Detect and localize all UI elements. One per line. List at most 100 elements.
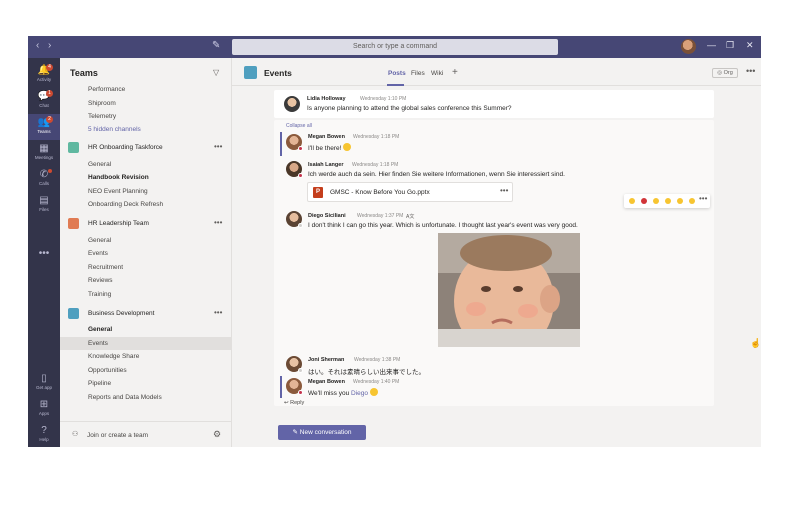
join-team-icon[interactable]: ⚇ [72, 430, 78, 438]
avatar[interactable] [284, 96, 300, 112]
tab-files[interactable]: Files [411, 70, 425, 77]
channel-view: Events Posts Files Wiki + ◎ Org ••• Lidi… [232, 58, 761, 447]
more-options-icon[interactable]: ••• [214, 142, 222, 151]
message-time: Wednesday 1:18 PM [353, 134, 400, 140]
mention-diego[interactable]: Diego [351, 390, 368, 397]
file-name: GMSC - Know Before You Go.pptx [330, 189, 430, 196]
message-time: Wednesday 1:18 PM [352, 162, 399, 168]
rail-teams[interactable]: 👥 Teams 2 [28, 114, 60, 140]
surprised-icon[interactable] [665, 198, 671, 204]
channel-item[interactable]: Onboarding Deck Refresh [88, 201, 163, 208]
thumbs-up-icon[interactable] [629, 198, 635, 204]
rail-help[interactable]: ? Help [28, 422, 60, 447]
channel-item[interactable]: General [88, 326, 112, 333]
new-conversation-label: New conversation [299, 429, 352, 436]
channel-item[interactable]: Recruitment [88, 264, 123, 271]
more-options-icon[interactable]: ••• [746, 66, 755, 76]
more-options-icon[interactable]: ••• [214, 308, 222, 317]
message-text-content: I'll be there! [308, 145, 342, 152]
channel-item[interactable]: Knowledge Share [88, 353, 139, 360]
channel-item[interactable]: Opportunities [88, 367, 127, 374]
channel-header: Events Posts Files Wiki + ◎ Org ••• [232, 58, 761, 86]
compose-icon[interactable]: ✎ [212, 40, 220, 51]
hidden-channels-link[interactable]: 5 hidden channels [88, 126, 141, 133]
join-create-team-link[interactable]: Join or create a team [87, 432, 148, 439]
reactions-bar: ••• [624, 194, 710, 208]
rail-meetings[interactable]: ▦ Meetings [28, 140, 60, 166]
message-text: はい。それは素晴らしい出来事でした。 [308, 369, 425, 376]
laugh-icon[interactable] [653, 198, 659, 204]
channel-team-icon [244, 66, 257, 79]
close-icon[interactable]: ✕ [746, 40, 754, 51]
message-text: We'll miss you Diego [308, 388, 379, 397]
unread-indicator [280, 376, 282, 398]
angry-icon[interactable] [689, 198, 695, 204]
chat-badge: 1 [46, 90, 53, 97]
rail-activity[interactable]: 🔔 Activity 4 [28, 62, 60, 88]
restore-icon[interactable]: ❐ [726, 40, 734, 51]
calls-dot-badge [48, 169, 52, 173]
forward-icon[interactable]: › [48, 40, 51, 51]
team-hr-onboarding[interactable]: HR Onboarding Taskforce ••• [68, 142, 228, 155]
rail-help-label: Help [39, 437, 49, 442]
message-text-content: We'll miss you [308, 390, 352, 397]
more-options-icon[interactable]: ••• [214, 218, 222, 227]
reply-button[interactable]: ↩ Reply [284, 400, 304, 406]
rail-get-app[interactable]: ▯ Get app [28, 370, 60, 396]
rail-chat[interactable]: 💬 Chat 1 [28, 88, 60, 114]
channel-item[interactable]: Pipeline [88, 380, 111, 387]
new-conversation-button[interactable]: ✎ New conversation [278, 425, 366, 440]
more-options-icon[interactable]: ••• [699, 194, 707, 203]
presence-offline-icon [298, 368, 303, 373]
channel-item[interactable]: Telemetry [88, 113, 116, 120]
channel-item[interactable]: General [88, 237, 111, 244]
help-icon: ? [41, 425, 47, 436]
channel-item[interactable]: Reviews [88, 277, 113, 284]
teams-panel: Teams ▽ Performance Shiproom Telemetry 5… [60, 58, 232, 447]
more-options-icon[interactable]: ••• [500, 186, 508, 195]
more-apps-icon[interactable]: ••• [28, 248, 60, 259]
rail-apps-label: Apps [38, 411, 50, 416]
sad-emoji-icon [370, 388, 379, 396]
profile-avatar[interactable] [681, 39, 696, 54]
org-button[interactable]: ◎ Org [712, 68, 738, 78]
channel-item[interactable]: Performance [88, 86, 125, 93]
team-avatar [68, 142, 79, 153]
panel-title: Teams [70, 68, 98, 78]
channel-item[interactable]: Events [88, 250, 108, 257]
rail-get-app-label: Get app [35, 385, 52, 390]
tab-wiki[interactable]: Wiki [431, 70, 443, 77]
message-author: Diego Siciliani [308, 213, 346, 219]
sad-icon[interactable] [677, 198, 683, 204]
channel-item[interactable]: General [88, 161, 111, 168]
channel-item-selected[interactable]: Events [88, 340, 108, 347]
gear-icon[interactable]: ⚙ [213, 429, 221, 440]
channel-item[interactable]: NEO Event Planning [88, 188, 148, 195]
team-name: HR Leadership Team [88, 220, 149, 227]
back-icon[interactable]: ‹ [36, 40, 39, 51]
channel-item[interactable]: Shiproom [88, 100, 116, 107]
minimize-icon[interactable]: — [707, 40, 716, 50]
rail-files[interactable]: ▤ Files [28, 192, 60, 218]
message-time: Wednesday 1:40 PM [353, 379, 400, 385]
tab-posts[interactable]: Posts [388, 70, 406, 77]
rail-calls[interactable]: ✆ Calls [28, 166, 60, 192]
collapse-all-link[interactable]: Collapse all [286, 123, 312, 129]
file-attachment[interactable]: P GMSC - Know Before You Go.pptx ••• [307, 182, 513, 202]
heart-icon[interactable] [641, 198, 647, 204]
rail-apps[interactable]: ⊞ Apps [28, 396, 60, 422]
translate-icon[interactable]: A文 [406, 213, 414, 220]
search-input[interactable]: Search or type a command [232, 39, 558, 55]
filter-icon[interactable]: ▽ [213, 68, 219, 77]
team-hr-leadership[interactable]: HR Leadership Team ••• [68, 218, 228, 231]
message-time: Wednesday 1:37 PM [357, 213, 404, 219]
channel-item[interactable]: Reports and Data Models [88, 394, 162, 401]
add-tab-icon[interactable]: + [452, 67, 458, 78]
team-business-development[interactable]: Business Development ••• [68, 308, 228, 321]
bell-icon: 🔔 [37, 65, 51, 76]
message-author: Isaiah Langer [308, 162, 344, 168]
channel-item[interactable]: Handbook Revision [88, 174, 149, 181]
channel-title: Events [264, 68, 292, 78]
channel-item[interactable]: Training [88, 291, 111, 298]
baby-photo[interactable] [438, 233, 580, 347]
